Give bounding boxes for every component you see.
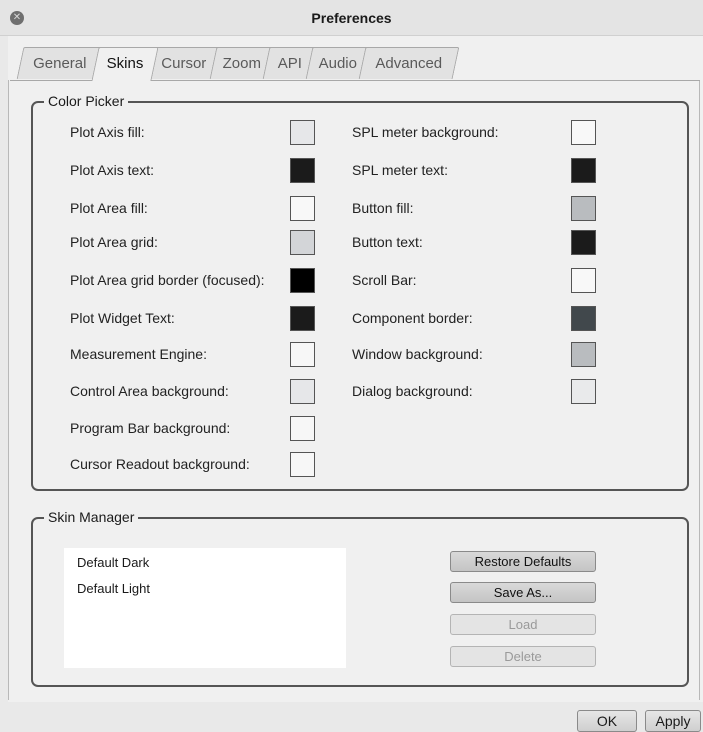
color-label: Button text: [352,234,423,250]
color-swatch-measurement-engine[interactable] [290,342,315,367]
color-label: Plot Area fill: [70,200,148,216]
color-swatch-spl-meter-background[interactable] [571,120,596,145]
color-label: Plot Area grid border (focused): [70,272,265,288]
color-label: Program Bar background: [70,420,231,436]
color-swatch-plot-area-fill[interactable] [290,196,315,221]
apply-button[interactable]: Apply [645,710,701,732]
skin-list[interactable]: Default Dark Default Light [64,548,346,668]
color-label: Plot Axis fill: [70,124,145,140]
color-label: Plot Area grid: [70,234,158,250]
title-bar: ✕ Preferences [0,0,703,36]
save-as-button[interactable]: Save As... [450,582,596,603]
color-label: Window background: [352,346,483,362]
color-swatch-window-background[interactable] [571,342,596,367]
color-swatch-button-fill[interactable] [571,196,596,221]
color-swatch-plot-widget-text[interactable] [290,306,315,331]
tab-skins[interactable]: Skins [91,47,159,81]
color-label: Plot Axis text: [70,162,155,178]
list-item[interactable]: Default Light [77,581,150,596]
restore-defaults-button[interactable]: Restore Defaults [450,551,596,572]
color-swatch-button-text[interactable] [571,230,596,255]
skin-manager-legend: Skin Manager [44,509,139,525]
color-swatch-dialog-background[interactable] [571,379,596,404]
color-picker-legend: Color Picker [44,93,129,109]
color-swatch-scroll-bar[interactable] [571,268,596,293]
load-button[interactable]: Load [450,614,596,635]
color-label: Measurement Engine: [70,346,207,362]
color-label: Scroll Bar: [352,272,417,288]
color-label: Component border: [352,310,473,326]
color-swatch-plot-area-grid[interactable] [290,230,315,255]
color-swatch-program-bar-background[interactable] [290,416,315,441]
color-swatch-component-border[interactable] [571,306,596,331]
tab-advanced[interactable]: Advanced [358,47,460,79]
color-label: Button fill: [352,200,414,216]
color-label: Cursor Readout background: [70,456,250,472]
color-swatch-control-area-background[interactable] [290,379,315,404]
color-label: Dialog background: [352,383,473,399]
color-swatch-plot-area-grid-border[interactable] [290,268,315,293]
color-label: Control Area background: [70,383,229,399]
ok-button[interactable]: OK [577,710,637,732]
window-title: Preferences [311,10,392,26]
color-label: Plot Widget Text: [70,310,175,326]
tab-general[interactable]: General [16,47,104,79]
color-swatch-cursor-readout-background[interactable] [290,452,315,477]
color-swatch-plot-axis-text[interactable] [290,158,315,183]
color-swatch-spl-meter-text[interactable] [571,158,596,183]
color-swatch-plot-axis-fill[interactable] [290,120,315,145]
delete-button[interactable]: Delete [450,646,596,667]
color-label: SPL meter text: [352,162,448,178]
list-item[interactable]: Default Dark [77,555,149,570]
color-label: SPL meter background: [352,124,499,140]
